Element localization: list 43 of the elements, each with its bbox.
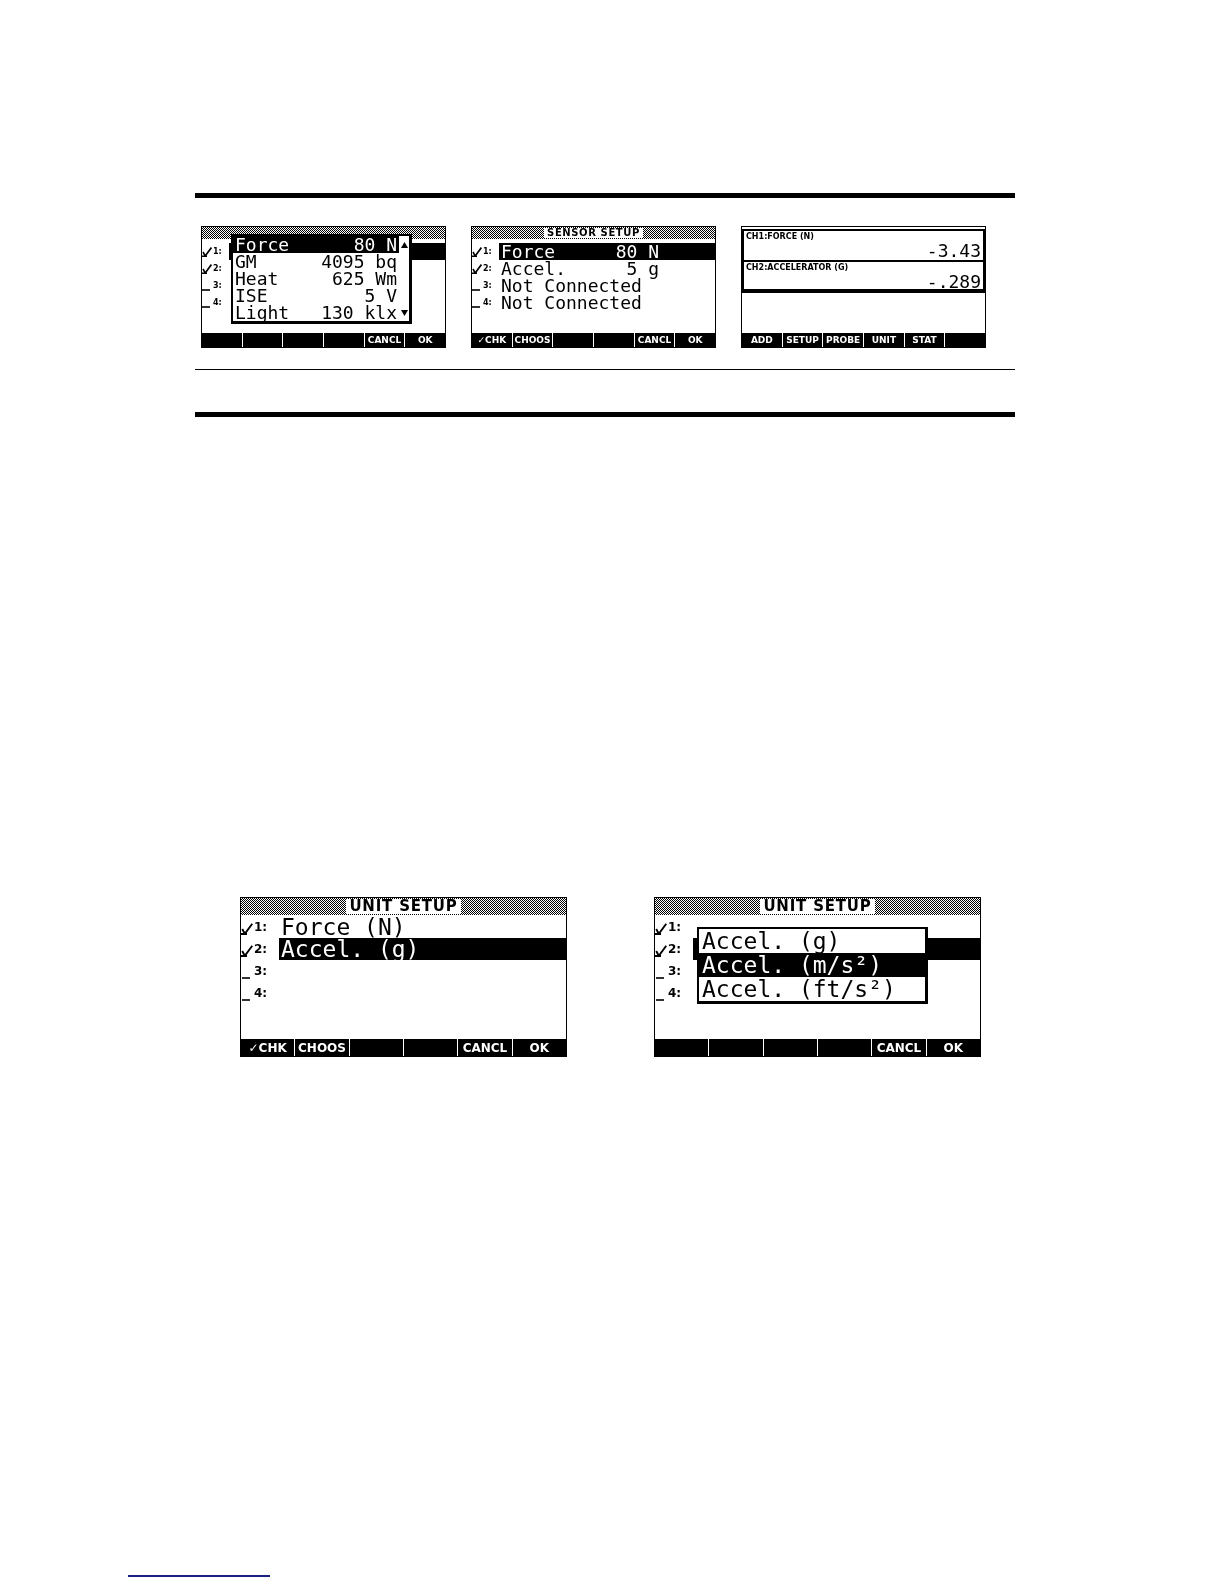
list-item[interactable]: Accel. (ft/s²) xyxy=(699,977,925,1001)
setup-field[interactable]: Force (N) xyxy=(279,916,566,938)
row-number: 4: xyxy=(254,985,269,1002)
row-number: 4: xyxy=(213,297,223,309)
setup-field[interactable]: Not Connected xyxy=(499,294,715,311)
row-number: 1: xyxy=(254,919,269,936)
row-number: 3: xyxy=(254,963,269,980)
softkey[interactable]: CHOOS xyxy=(511,333,553,347)
list-item[interactable]: Accel. (m/s²) xyxy=(699,953,925,977)
checkbox[interactable] xyxy=(241,923,253,935)
list-item[interactable]: Light 130 klx xyxy=(233,304,399,321)
screen-title: UNIT SETUP xyxy=(346,899,461,914)
channel-reading: -.289 xyxy=(926,273,981,291)
channel-label: CH1:FORCE (N) xyxy=(746,232,815,242)
row-number: 1: xyxy=(668,919,683,936)
channel-reading: -3.43 xyxy=(926,242,981,260)
list-item[interactable]: ISE 5 V xyxy=(233,287,399,304)
row-number: 2: xyxy=(254,941,269,958)
row-number: 2: xyxy=(483,263,493,275)
row-number: 1: xyxy=(213,246,223,258)
list-item[interactable]: GM 4095 bq xyxy=(233,253,399,270)
row-number: 2: xyxy=(668,941,683,958)
screen-title: UNIT SETUP xyxy=(760,899,875,914)
checkbox[interactable] xyxy=(655,923,667,935)
checkbox[interactable] xyxy=(472,264,482,274)
screen-title: SENSOR SETUP xyxy=(544,228,643,238)
row-number: 4: xyxy=(483,297,493,309)
setup-field[interactable]: Force 80 N xyxy=(499,243,715,260)
channel-label: CH2:ACCELERATOR (G) xyxy=(746,263,850,273)
row-number: 2: xyxy=(213,263,223,275)
checkbox[interactable] xyxy=(202,247,212,257)
row-number: 1: xyxy=(483,246,493,258)
checkbox[interactable] xyxy=(202,264,212,274)
checkbox[interactable] xyxy=(472,247,482,257)
checkbox[interactable] xyxy=(241,945,253,957)
setup-field[interactable]: Accel. 5 g xyxy=(499,260,715,277)
row-number: 3: xyxy=(668,963,683,980)
row-number: 3: xyxy=(483,280,493,292)
checkbox[interactable] xyxy=(655,945,667,957)
row-number: 4: xyxy=(668,985,683,1002)
list-item[interactable]: Force 80 N xyxy=(233,236,399,253)
softkey[interactable]: PROBE xyxy=(822,333,863,347)
row-number: 3: xyxy=(213,280,223,292)
